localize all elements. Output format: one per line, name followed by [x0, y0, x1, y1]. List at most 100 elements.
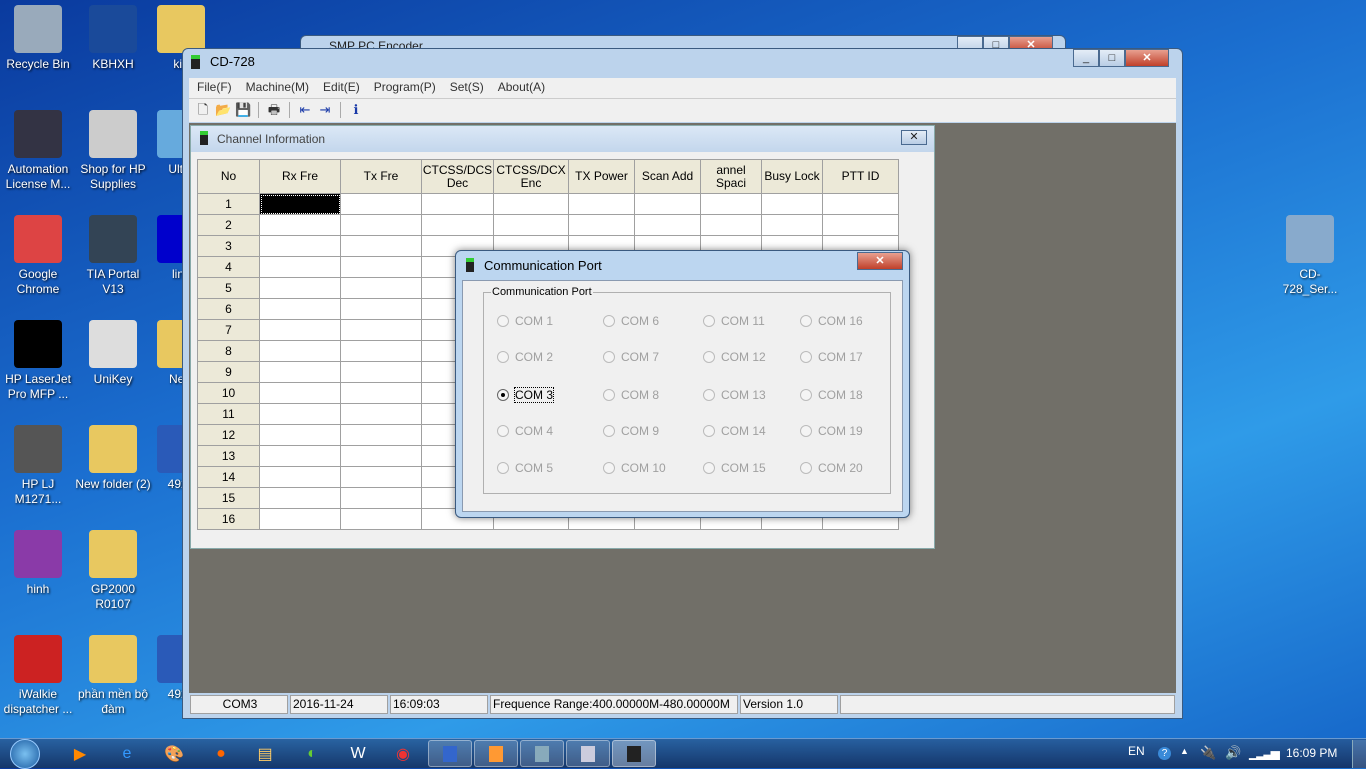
help-icon[interactable]: ? [1158, 747, 1171, 760]
grid-cell[interactable] [340, 340, 422, 362]
row-number[interactable]: 7 [197, 319, 260, 341]
grid-cell[interactable] [340, 424, 422, 446]
grid-cell[interactable] [340, 256, 422, 278]
close-button[interactable]: ✕ [1125, 49, 1169, 67]
desktop-icon[interactable]: CD-728_Ser... [1272, 215, 1348, 297]
com-port-radio[interactable]: COM 17 [800, 350, 863, 364]
save-icon[interactable]: 💾 [235, 102, 251, 118]
network-signal-icon[interactable]: ▁▂▃▅ [1249, 746, 1280, 760]
volume-icon[interactable]: 🔊 [1225, 745, 1241, 761]
row-number[interactable]: 14 [197, 466, 260, 488]
grid-cell[interactable] [259, 298, 341, 320]
grid-cell[interactable] [340, 277, 422, 299]
open-icon[interactable]: 📂 [215, 102, 231, 118]
row-number[interactable]: 12 [197, 424, 260, 446]
row-number[interactable]: 1 [197, 193, 260, 215]
grid-cell[interactable] [259, 256, 341, 278]
paint-icon[interactable]: 🎨 [162, 742, 186, 766]
desktop-icon[interactable]: New folder (2) [75, 425, 151, 492]
taskbar-window-button[interactable] [520, 740, 564, 767]
grid-cell[interactable] [340, 235, 422, 257]
grid-cell[interactable] [259, 508, 341, 530]
row-number[interactable]: 8 [197, 340, 260, 362]
row-number[interactable]: 13 [197, 445, 260, 467]
dialog-close-button[interactable]: ✕ [857, 252, 903, 270]
grid-cell[interactable] [259, 361, 341, 383]
grid-cell[interactable] [340, 319, 422, 341]
grid-cell[interactable] [259, 340, 341, 362]
com-port-radio[interactable]: COM 2 [497, 350, 553, 364]
com-port-radio[interactable]: COM 8 [603, 388, 659, 402]
grid-cell[interactable] [634, 193, 701, 215]
write-icon[interactable]: ⇥ [317, 102, 333, 118]
row-number[interactable]: 4 [197, 256, 260, 278]
show-hidden-icons-icon[interactable]: ▲ [1180, 746, 1189, 756]
grid-cell[interactable] [822, 193, 899, 215]
row-number[interactable]: 15 [197, 487, 260, 509]
clock[interactable]: 16:09 PM [1286, 746, 1337, 760]
app-icon[interactable]: ◐ [300, 742, 324, 766]
read-icon[interactable]: ⇤ [297, 102, 313, 118]
chrome-icon[interactable]: ◉ [391, 742, 415, 766]
com-port-radio[interactable]: COM 4 [497, 424, 553, 438]
menu-item[interactable]: File(F) [197, 80, 232, 94]
menu-item[interactable]: About(A) [498, 80, 545, 94]
com-port-radio[interactable]: COM 9 [603, 424, 659, 438]
new-icon[interactable]: 🗋 [195, 102, 211, 118]
com-port-radio[interactable]: COM 11 [703, 314, 765, 328]
file-explorer-icon[interactable]: ▤ [253, 742, 277, 766]
row-number[interactable]: 5 [197, 277, 260, 299]
com-port-radio[interactable]: COM 16 [800, 314, 863, 328]
grid-cell[interactable] [493, 214, 569, 236]
row-number[interactable]: 6 [197, 298, 260, 320]
taskbar-window-button[interactable] [428, 740, 472, 767]
grid-cell[interactable] [568, 193, 635, 215]
power-icon[interactable]: 🔌 [1200, 745, 1216, 761]
menu-item[interactable]: Machine(M) [246, 80, 309, 94]
com-port-radio[interactable]: COM 1 [497, 314, 553, 328]
menu-item[interactable]: Edit(E) [323, 80, 360, 94]
grid-cell[interactable] [340, 508, 422, 530]
column-header[interactable]: No [197, 159, 260, 194]
grid-cell[interactable] [493, 193, 569, 215]
row-number[interactable]: 11 [197, 403, 260, 425]
grid-cell[interactable] [634, 214, 701, 236]
com-port-radio[interactable]: COM 5 [497, 461, 553, 475]
info-icon[interactable]: ℹ [348, 102, 364, 118]
grid-cell[interactable] [259, 382, 341, 404]
column-header[interactable]: TX Power [568, 159, 635, 194]
minimize-button[interactable]: _ [1073, 49, 1099, 67]
column-header[interactable]: PTT ID [822, 159, 899, 194]
row-number[interactable]: 10 [197, 382, 260, 404]
column-header[interactable]: Busy Lock [761, 159, 823, 194]
menu-item[interactable]: Program(P) [374, 80, 436, 94]
firefox-icon[interactable]: ● [209, 742, 233, 766]
desktop-icon[interactable]: HP LJ M1271... [0, 425, 76, 507]
grid-cell[interactable] [340, 298, 422, 320]
grid-cell[interactable] [259, 235, 341, 257]
language-indicator[interactable]: EN [1128, 744, 1145, 758]
internet-explorer-icon[interactable]: e [115, 742, 139, 766]
maximize-button[interactable]: □ [1099, 49, 1125, 67]
com-port-radio[interactable]: COM 18 [800, 388, 863, 402]
grid-cell[interactable] [259, 466, 341, 488]
menu-item[interactable]: Set(S) [450, 80, 484, 94]
grid-cell[interactable] [259, 403, 341, 425]
column-header[interactable]: annel Spaci [700, 159, 762, 194]
desktop-icon[interactable]: Automation License M... [0, 110, 76, 192]
grid-cell[interactable] [259, 424, 341, 446]
grid-cell[interactable] [340, 382, 422, 404]
com-port-radio[interactable]: COM 3 [497, 387, 555, 403]
desktop-icon[interactable]: Recycle Bin [0, 5, 76, 72]
com-port-radio[interactable]: COM 19 [800, 424, 863, 438]
desktop-icon[interactable]: HP LaserJet Pro MFP ... [0, 320, 76, 402]
grid-cell[interactable] [761, 214, 823, 236]
desktop-icon[interactable]: iWalkie dispatcher ... [0, 635, 76, 717]
grid-cell[interactable] [259, 319, 341, 341]
grid-cell[interactable] [340, 445, 422, 467]
row-number[interactable]: 2 [197, 214, 260, 236]
com-port-radio[interactable]: COM 20 [800, 461, 863, 475]
column-header[interactable]: CTCSS/DCX Enc [493, 159, 569, 194]
com-port-radio[interactable]: COM 13 [703, 388, 766, 402]
com-port-radio[interactable]: COM 7 [603, 350, 659, 364]
